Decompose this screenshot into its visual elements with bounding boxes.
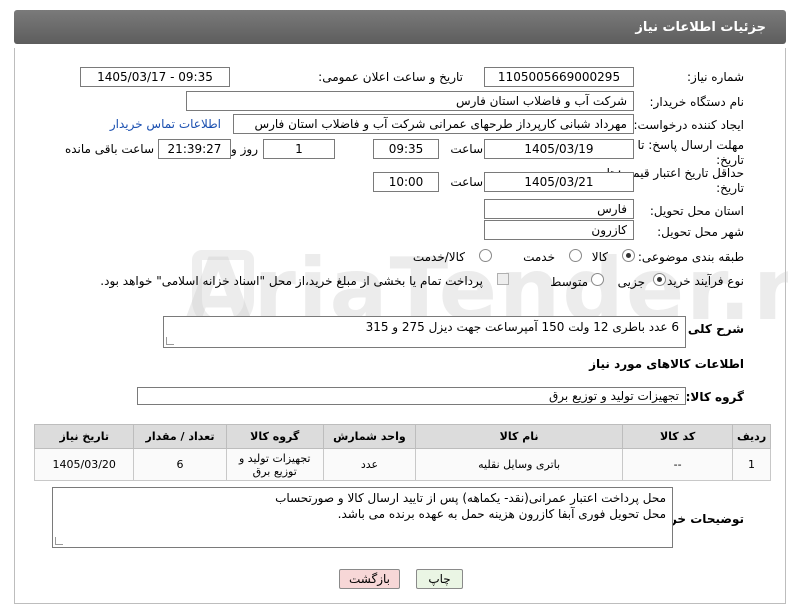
- col-qty: تعداد / مقدار: [133, 424, 227, 449]
- category-label: طبقه بندی موضوعی:: [637, 250, 744, 264]
- deadline-label: مهلت ارسال پاسخ: تا تاریخ:: [637, 138, 744, 167]
- buyer-contact-link[interactable]: اطلاعات تماس خریدار: [110, 117, 221, 131]
- category-radio-service[interactable]: [569, 249, 582, 262]
- purchase-option-medium: متوسط: [550, 275, 588, 289]
- goods-table: ردیف کد کالا نام کالا واحد شمارش گروه کا…: [33, 424, 771, 481]
- province-label: استان محل تحویل:: [649, 204, 744, 218]
- col-date: تاریخ نیاز: [33, 424, 135, 449]
- min-price-time-field: 10:00: [373, 172, 439, 192]
- category-option-service: خدمت: [523, 250, 555, 264]
- col-name: نام کالا: [414, 424, 624, 449]
- page-header: جزئیات اطلاعات نیاز: [14, 10, 786, 44]
- cell-group: تجهیزات تولید و توزیع برق: [225, 448, 324, 481]
- category-radio-goods[interactable]: [622, 249, 635, 262]
- remaining-time-field: 21:39:27: [158, 139, 231, 159]
- announce-label: تاریخ و ساعت اعلان عمومی:: [318, 70, 463, 84]
- buyer-notes-line1: محل پرداخت اعتبار عمرانی(نقد- یکماهه) پس…: [275, 491, 666, 505]
- goods-group-field: تجهیزات تولید و توزیع برق: [137, 387, 686, 405]
- col-row: ردیف: [732, 424, 771, 449]
- back-button[interactable]: بازگشت: [339, 569, 400, 589]
- announce-field: 1405/03/17 - 09:35: [80, 67, 230, 87]
- purchase-radio-minor[interactable]: [653, 273, 666, 286]
- description-textarea: 6 عدد باطری 12 ولت 150 آمپرساعت جهت دیزل…: [163, 316, 686, 348]
- cell-date: 1405/03/20: [33, 448, 135, 481]
- page-title: جزئیات اطلاعات نیاز: [635, 19, 766, 35]
- goods-group-label: گروه کالا:: [685, 390, 744, 404]
- goods-table-header: ردیف کد کالا نام کالا واحد شمارش گروه کا…: [33, 424, 771, 449]
- min-price-date-field: 1405/03/21: [484, 172, 634, 192]
- purchase-radio-medium[interactable]: [591, 273, 604, 286]
- cell-row: 1: [732, 448, 771, 481]
- treasury-checkbox[interactable]: [497, 273, 509, 285]
- cell-unit: عدد: [322, 448, 416, 481]
- goods-section-title: اطلاعات کالاهای مورد نیاز: [589, 357, 744, 371]
- payment-note: پرداخت تمام یا بخشی از مبلغ خرید،از محل …: [100, 274, 483, 288]
- deadline-time-field: 09:35: [373, 139, 439, 159]
- category-radio-goods-service[interactable]: [479, 249, 492, 262]
- print-button[interactable]: چاپ: [416, 569, 463, 589]
- cell-code: --: [622, 448, 734, 481]
- category-option-goods: کالا: [591, 250, 608, 264]
- min-price-time-label: ساعت: [450, 175, 483, 189]
- col-unit: واحد شمارش: [322, 424, 416, 449]
- buyer-notes-textarea: محل پرداخت اعتبار عمرانی(نقد- یکماهه) پس…: [52, 487, 673, 548]
- buyer-notes-line2: محل تحویل فوری آبفا کازرون هزینه حمل به …: [337, 507, 666, 521]
- requester-field: مهرداد شبانی کارپرداز طرحهای عمرانی شرکت…: [233, 114, 634, 134]
- resize-grip-icon[interactable]: [55, 537, 63, 545]
- days-count-field: 1: [263, 139, 335, 159]
- city-field: کازرون: [484, 220, 634, 240]
- days-label: روز و: [231, 142, 258, 156]
- cell-qty: 6: [133, 448, 227, 481]
- deadline-date-field: 1405/03/19: [484, 139, 634, 159]
- col-code: کد کالا: [622, 424, 734, 449]
- need-number-label: شماره نیاز:: [687, 70, 744, 84]
- category-option-goods-service: کالا/خدمت: [412, 250, 465, 264]
- purchase-option-minor: جزیی: [617, 275, 645, 289]
- buyer-org-field: شرکت آب و فاضلاب استان فارس: [186, 91, 634, 111]
- province-field: فارس: [484, 199, 634, 219]
- purchase-type-label: نوع فرآیند خرید :: [659, 274, 744, 288]
- need-number-field: 1105005669000295: [484, 67, 634, 87]
- description-text: 6 عدد باطری 12 ولت 150 آمپرساعت جهت دیزل…: [365, 320, 679, 334]
- deadline-time-label: ساعت: [450, 142, 483, 156]
- requester-label: ایجاد کننده درخواست:: [633, 118, 744, 132]
- remaining-label: ساعت باقی مانده: [64, 142, 154, 156]
- table-row: 1 -- باتری وسایل نقلیه عدد تجهیزات تولید…: [33, 448, 771, 481]
- col-group: گروه کالا: [225, 424, 324, 449]
- cell-name: باتری وسایل نقلیه: [414, 448, 624, 481]
- resize-grip-icon[interactable]: [166, 337, 174, 345]
- city-label: شهر محل تحویل:: [657, 225, 744, 239]
- buyer-org-label: نام دستگاه خریدار:: [649, 95, 745, 109]
